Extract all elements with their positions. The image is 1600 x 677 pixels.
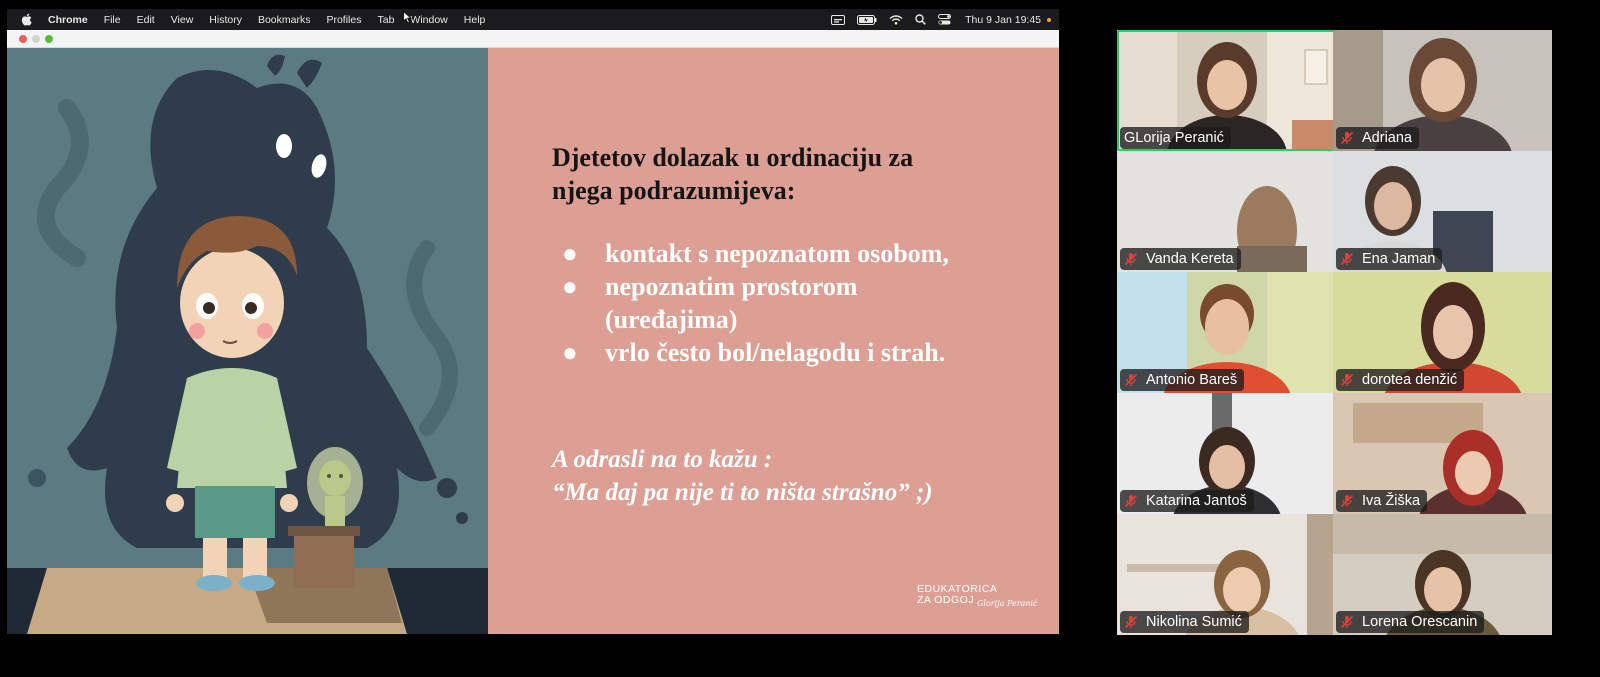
window-minimize-button[interactable]	[32, 35, 40, 43]
battery-icon[interactable]	[857, 14, 877, 25]
participant-name-tag: GLorija Peranić	[1120, 127, 1231, 149]
window-close-button[interactable]	[19, 35, 27, 43]
participant-name: GLorija Peranić	[1124, 130, 1224, 146]
participant-tile[interactable]: dorotea denžić	[1333, 272, 1552, 393]
participant-tile[interactable]: Katarina Jantoš	[1117, 393, 1336, 514]
participant-name-tag: Katarina Jantoš	[1120, 490, 1254, 512]
participant-tile[interactable]: Lorena Orescanin	[1333, 514, 1552, 635]
bullet-text: nepoznatim prostorom	[605, 272, 858, 301]
participant-name: Antonio Bareš	[1146, 372, 1238, 388]
menu-edit[interactable]: Edit	[137, 14, 155, 26]
bullet-dot-icon: ●	[562, 272, 578, 301]
participant-tile[interactable]: Nikolina Sumić	[1117, 514, 1336, 635]
bullet-item: ● kontakt s nepoznatom osobom,	[552, 237, 1052, 270]
microphone-muted-icon	[1340, 252, 1354, 266]
microphone-muted-icon	[1340, 615, 1354, 629]
slide-quote-line-2: “Ma daj pa nije ti to ništa strašno” ;)	[552, 479, 933, 506]
microphone-muted-icon	[1124, 252, 1138, 266]
participant-name: Ena Jaman	[1362, 251, 1436, 267]
microphone-muted-icon	[1340, 373, 1354, 387]
slide-heading: Djetetov dolazak u ordinaciju za njega p…	[552, 141, 1022, 207]
participant-tile[interactable]: Adriana	[1333, 30, 1552, 151]
slide-quote: A odrasli na to kažu : “Ma daj pa nije t…	[552, 443, 1052, 509]
menu-tab[interactable]: Tab	[377, 14, 394, 26]
participant-tile[interactable]: Ena Jaman	[1333, 151, 1552, 272]
menu-history[interactable]: History	[209, 14, 242, 26]
watermark-signature: Glorija Peranić	[977, 599, 1038, 608]
window-maximize-button[interactable]	[45, 35, 53, 43]
microphone-muted-icon	[1124, 494, 1138, 508]
participant-name: Vanda Kereta	[1146, 251, 1234, 267]
menu-view[interactable]: View	[171, 14, 194, 26]
participant-name: Katarina Jantoš	[1146, 493, 1247, 509]
participant-name: Lorena Orescanin	[1362, 614, 1478, 630]
slide-heading-line-2: njega podrazumijeva:	[552, 176, 796, 205]
mouse-cursor-icon	[403, 11, 412, 24]
macos-menu-bar: Chrome File Edit View History Bookmarks …	[7, 9, 1059, 30]
bullet-item: ● nepoznatim prostorom (uređajima)	[552, 270, 1052, 336]
shared-screen: Chrome File Edit View History Bookmarks …	[7, 9, 1059, 669]
participant-tile[interactable]: Antonio Bareš	[1117, 272, 1336, 393]
participant-name-tag: Ena Jaman	[1336, 248, 1443, 270]
menu-file[interactable]: File	[104, 14, 121, 26]
participant-gallery: GLorija Peranić Adriana Vanda Kereta Ena…	[1117, 30, 1556, 650]
slide-heading-line-1: Djetetov dolazak u ordinaciju za	[552, 143, 914, 172]
microphone-muted-icon	[1124, 615, 1138, 629]
participant-name-tag: Antonio Bareš	[1120, 369, 1245, 391]
microphone-muted-icon	[1340, 131, 1354, 145]
microphone-muted-icon	[1124, 373, 1138, 387]
participant-tile[interactable]: Vanda Kereta	[1117, 151, 1336, 272]
microphone-muted-icon	[1340, 494, 1354, 508]
participant-tile[interactable]: GLorija Peranić	[1117, 30, 1336, 151]
menu-window[interactable]: Window	[410, 14, 447, 26]
bullet-dot-icon: ●	[562, 338, 578, 367]
search-icon[interactable]	[915, 14, 926, 25]
participant-tile[interactable]: Iva Žiška	[1333, 393, 1552, 514]
participant-name: Iva Žiška	[1362, 493, 1421, 509]
menu-bookmarks[interactable]: Bookmarks	[258, 14, 311, 26]
menu-clock[interactable]: Thu 9 Jan 19:45	[965, 14, 1041, 26]
participant-name-tag: Vanda Kereta	[1120, 248, 1241, 270]
participant-name-tag: Iva Žiška	[1336, 490, 1428, 512]
control-center-icon[interactable]	[938, 14, 952, 25]
wifi-icon[interactable]	[889, 14, 903, 25]
bullet-dot-icon: ●	[562, 239, 578, 268]
bullet-text-continued: (uređajima)	[605, 305, 738, 334]
menu-help[interactable]: Help	[464, 14, 486, 26]
participant-name: Adriana	[1362, 130, 1412, 146]
slide-bullet-list: ● kontakt s nepoznatom osobom, ● nepozna…	[552, 237, 1052, 369]
apple-icon[interactable]	[21, 13, 32, 26]
slide-watermark-logo: EDUKATORICA ZA ODGOJ Glorija Peranić	[917, 584, 1047, 609]
bullet-text: vrlo često bol/nelagodu i strah.	[605, 338, 946, 367]
caption-icon[interactable]	[831, 14, 846, 25]
participant-name: dorotea denžić	[1362, 372, 1458, 388]
participant-name: Nikolina Sumić	[1146, 614, 1242, 630]
menu-app-name[interactable]: Chrome	[48, 14, 88, 26]
presentation-slide: Djetetov dolazak u ordinaciju za njega p…	[7, 48, 1059, 634]
participant-name-tag: Lorena Orescanin	[1336, 611, 1485, 633]
menu-profiles[interactable]: Profiles	[326, 14, 361, 26]
bullet-item: ● vrlo često bol/nelagodu i strah.	[552, 336, 1052, 369]
bullet-text: kontakt s nepoznatom osobom,	[605, 239, 949, 268]
browser-window-titlebar	[7, 30, 1059, 48]
participant-name-tag: Nikolina Sumić	[1120, 611, 1249, 633]
participant-name-tag: dorotea denžić	[1336, 369, 1465, 391]
participant-name-tag: Adriana	[1336, 127, 1419, 149]
slide-quote-line-1: A odrasli na to kažu :	[552, 446, 773, 473]
illustration-boy-with-shadow-monster	[7, 48, 488, 634]
recording-dot	[1047, 17, 1051, 22]
